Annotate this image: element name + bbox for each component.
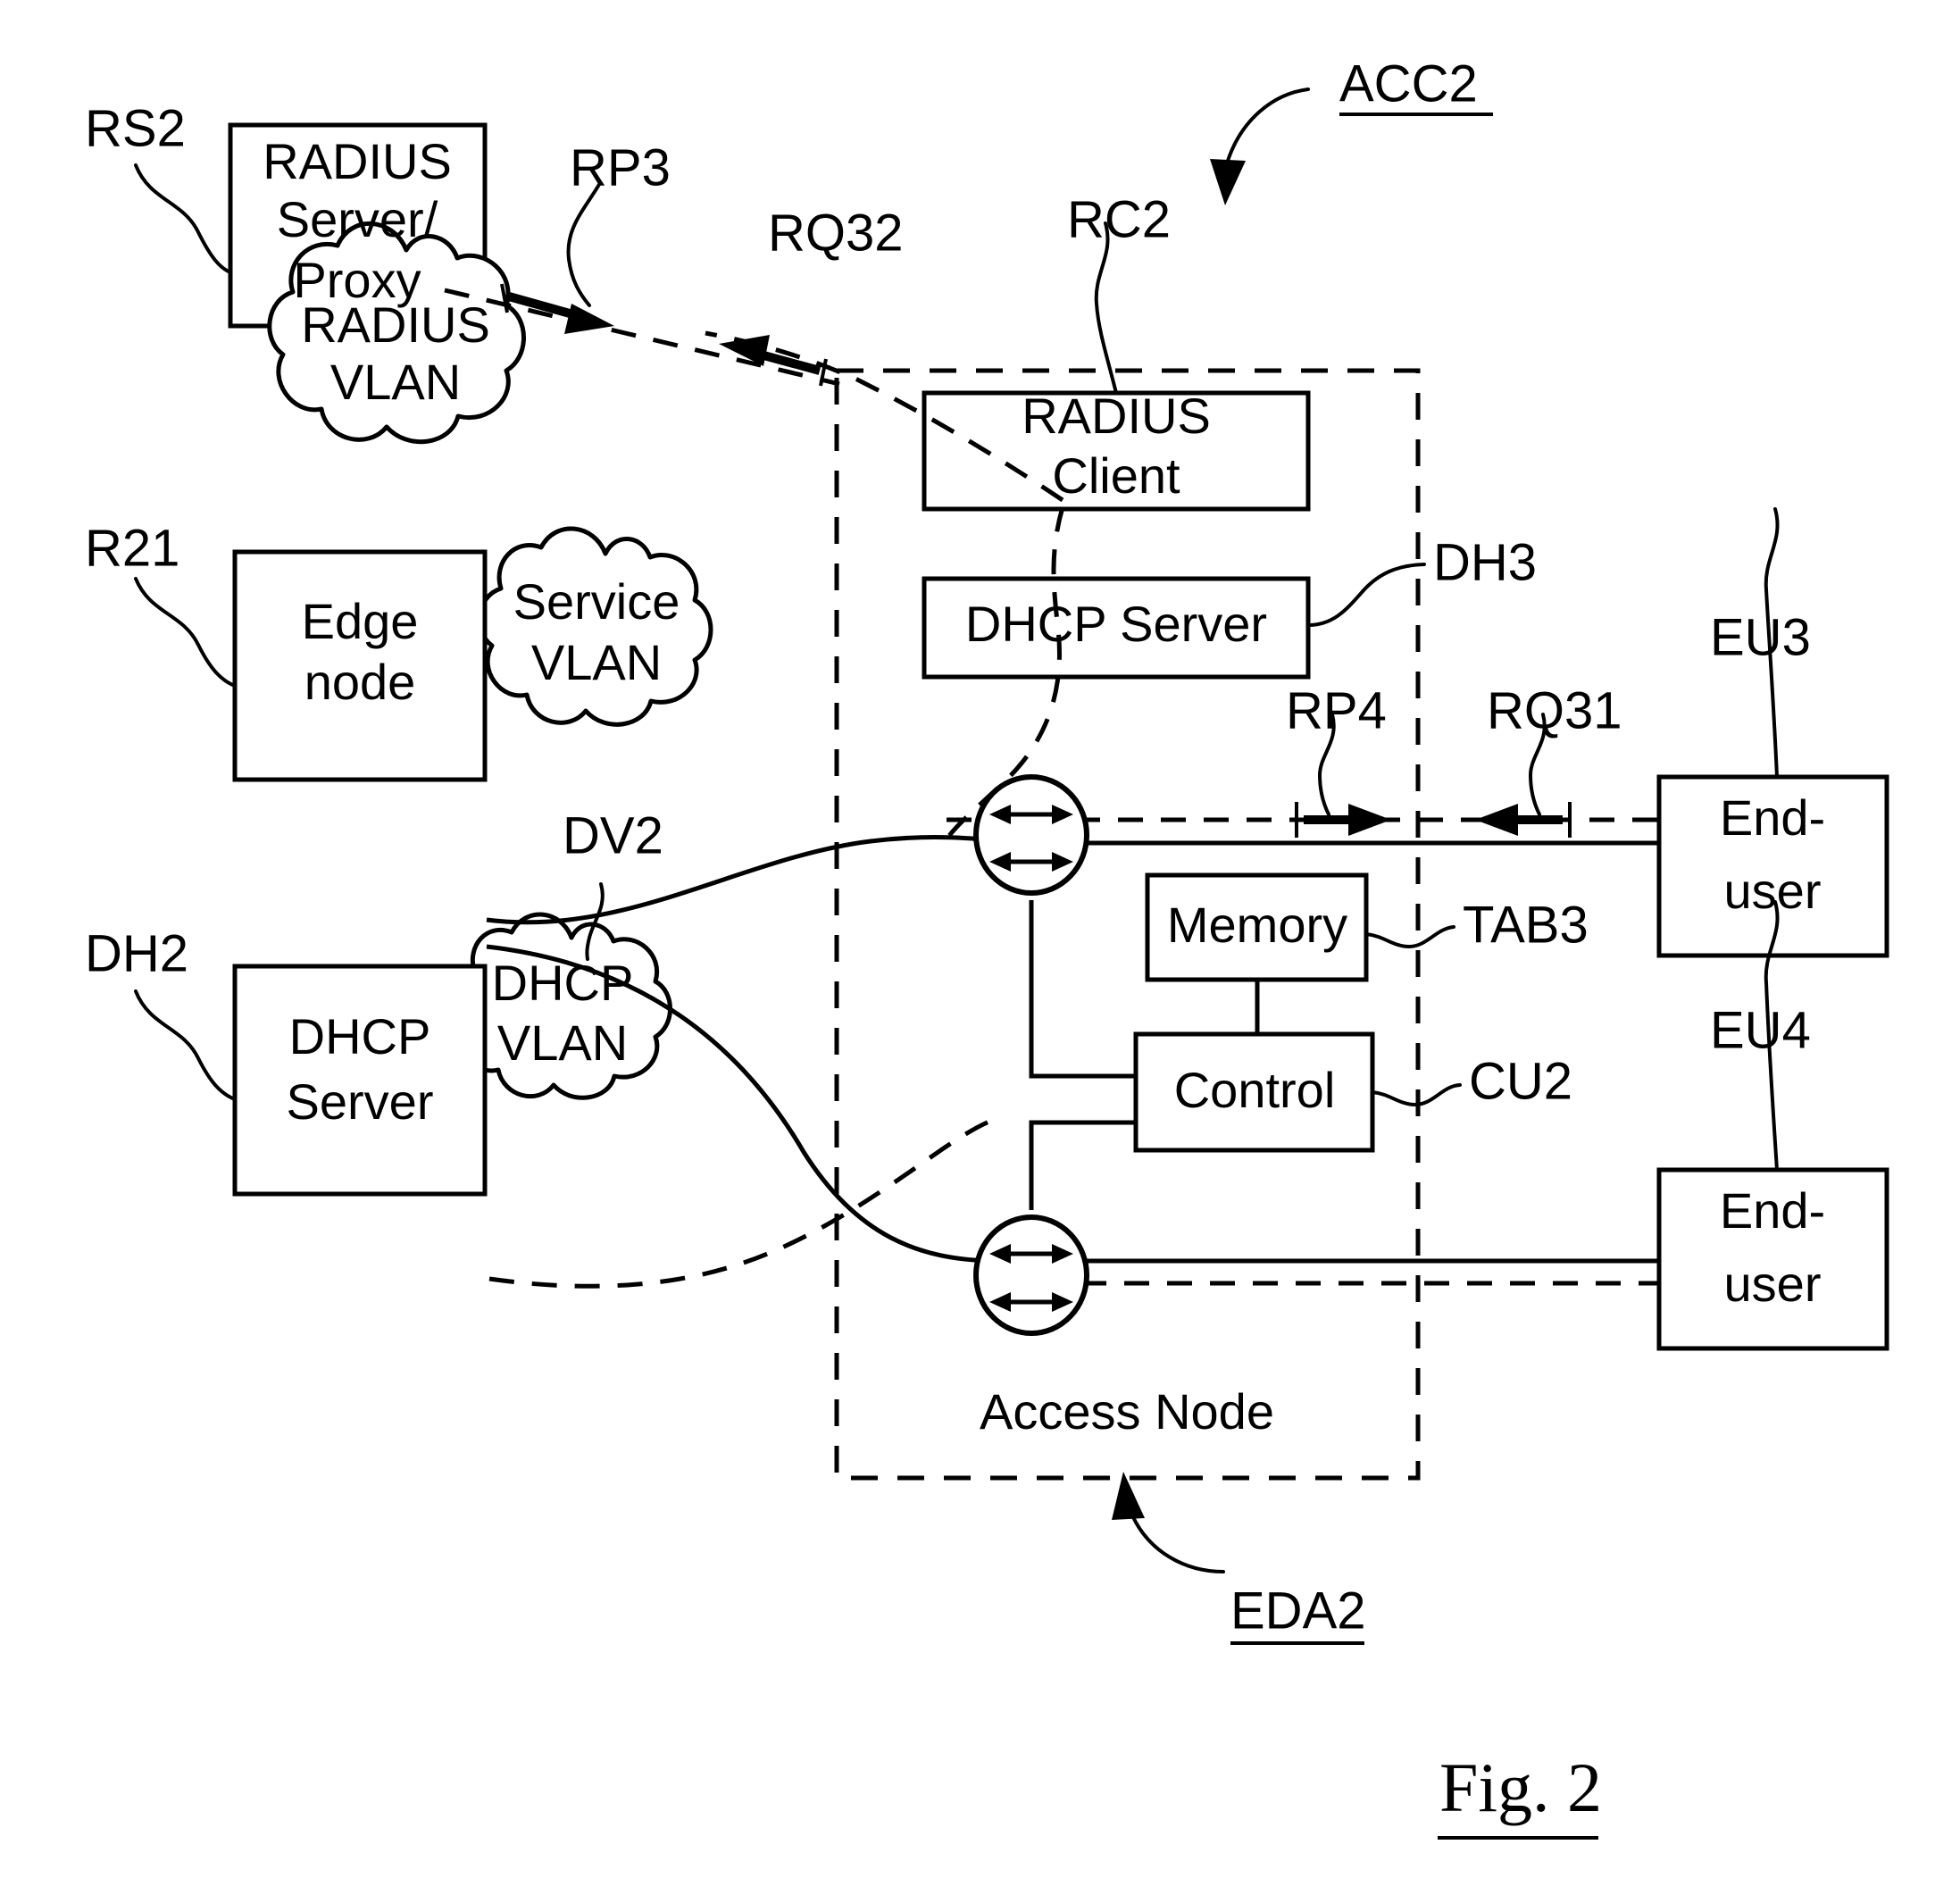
rp4-arrow [1295,802,1391,838]
service-vlan-line2: VLAN [531,634,662,690]
radius-client-line2: Client [1052,447,1180,504]
eu4-ref-label: EU4 [1710,1001,1811,1059]
rp3-ref-label: RP3 [570,138,671,196]
eu3-ref-label: EU3 [1710,608,1811,666]
dhcp-vlan-to-bottom-switch-dashed [488,1118,992,1289]
end-user-top-line1: End- [1720,789,1825,846]
rq31-arrow [1475,802,1572,838]
rq32-arrow [719,335,828,387]
edge-node-line1: Edge [302,593,419,649]
rs2-leader [134,163,232,274]
dhcp-vlan-line1: DHCP [492,955,634,1011]
tab3-leader [1364,925,1455,949]
acc2-pointer-arrow [1210,88,1310,205]
dhcp-server-external-line2: Server [287,1073,434,1130]
dhcp-vlan-line2: VLAN [497,1014,628,1071]
dh2-ref-label: DH2 [85,924,188,982]
rc2-leader [1094,221,1118,395]
radius-server-line2: Server/ [277,191,438,247]
end-user-bottom-line1: End- [1720,1182,1825,1239]
dh3-leader [1306,563,1426,627]
rs2-ref-label: RS2 [85,99,186,157]
radius-vlan-line1: RADIUS [301,296,490,353]
radius-client-line1: RADIUS [1022,388,1211,444]
rp3-leader [566,181,602,307]
r21-leader [134,577,237,688]
patent-figure-page: ACC2 RS2 RADIUS Server/ Proxy RP3 RADIUS… [0,0,1960,1903]
dh3-ref-label: DH3 [1433,533,1537,591]
eda2-pointer-arrow [1112,1472,1225,1573]
control-label: Control [1174,1062,1336,1118]
service-vlan-line1: Service [513,573,680,630]
end-user-bottom-line2: user [1724,1256,1822,1312]
dhcp-server-external-line1: DHCP [289,1008,431,1064]
cu2-ref-label: CU2 [1469,1052,1572,1110]
r21-ref-label: R21 [85,519,179,577]
dhcp-server-internal-label: DHCP Server [965,596,1267,652]
rp4-ref-label: RP4 [1286,681,1387,739]
control-upper-switch-link [1029,900,1136,1079]
edge-node-line2: node [304,654,416,710]
dh2-leader [134,989,237,1101]
end-user-top-line2: user [1724,863,1822,919]
figure-caption: Fig. 2 [1439,1749,1602,1826]
network-architecture-diagram: ACC2 RS2 RADIUS Server/ Proxy RP3 RADIUS… [85,54,1889,1840]
bottom-switch-symbol [973,1214,1089,1336]
access-node-label: Access Node [980,1383,1274,1440]
radius-server-line1: RADIUS [263,133,452,189]
eda2-ref-label: EDA2 [1230,1582,1366,1640]
rc2-ref-label: RC2 [1067,190,1171,248]
control-lower-switch-link [1029,1120,1136,1210]
top-switch-symbol [973,774,1089,896]
rq32-ref-label: RQ32 [768,204,904,262]
dv2-ref-label: DV2 [563,806,663,864]
tab3-ref-label: TAB3 [1463,896,1589,954]
rq31-ref-label: RQ31 [1487,681,1622,739]
acc2-ref-label: ACC2 [1339,54,1478,113]
radius-vlan-line2: VLAN [330,354,461,410]
memory-label: Memory [1167,897,1347,953]
